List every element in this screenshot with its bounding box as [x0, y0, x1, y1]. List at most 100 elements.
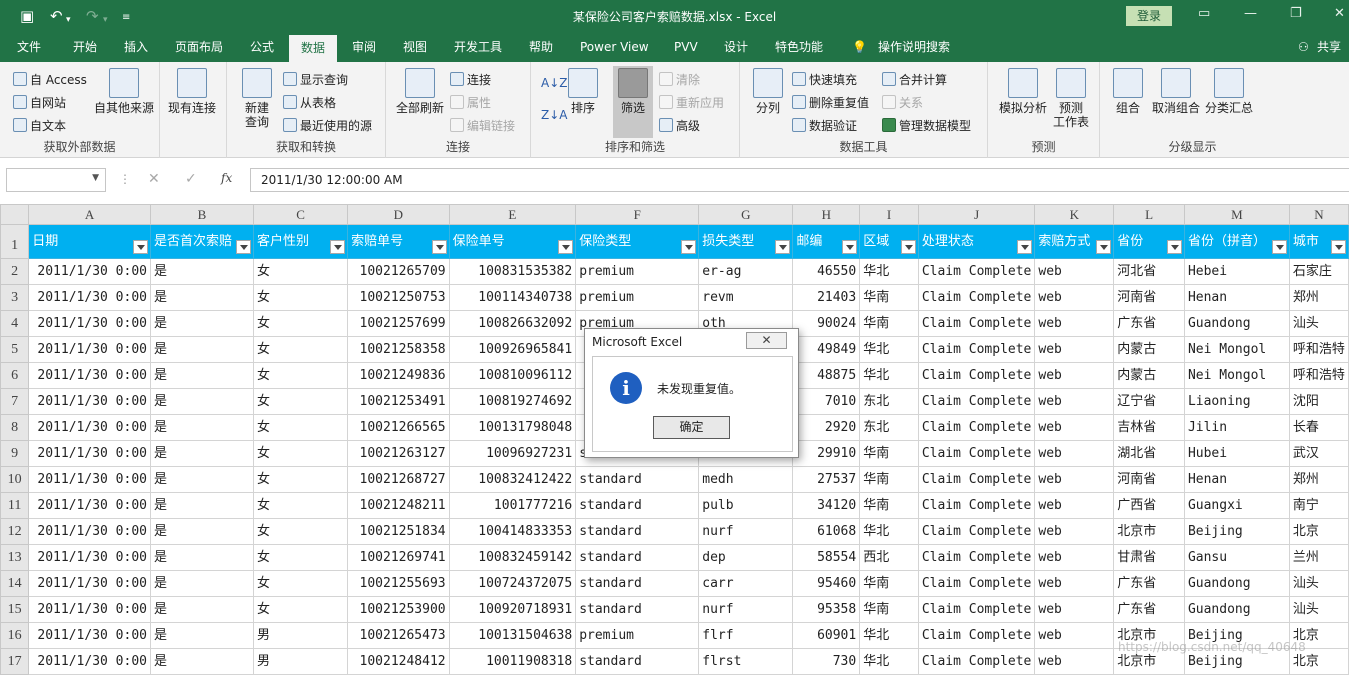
cell[interactable]: 华南	[859, 492, 919, 519]
cell[interactable]: Nei Mongol	[1183, 336, 1290, 363]
cell[interactable]: 广东省	[1113, 596, 1185, 623]
cell[interactable]: web	[1034, 336, 1115, 363]
cell[interactable]: 7010	[792, 388, 861, 415]
cell[interactable]: Claim Complete	[917, 284, 1036, 311]
cell[interactable]: 10021249836	[347, 362, 450, 389]
row-header[interactable]: 8	[0, 414, 30, 441]
chevron-down-icon[interactable]: ▼	[92, 173, 99, 183]
cell[interactable]: 广东省	[1113, 570, 1185, 597]
header-cell[interactable]: 客户性别	[252, 224, 349, 259]
cell[interactable]: 100414833353	[448, 518, 577, 545]
cell[interactable]: 2011/1/30 0:00	[28, 648, 151, 675]
cell[interactable]: Guandong	[1183, 596, 1290, 623]
cell[interactable]: 100810096112	[448, 362, 577, 389]
column-header[interactable]: B	[149, 204, 255, 225]
cell[interactable]: Beijing	[1183, 518, 1290, 545]
column-header[interactable]: F	[575, 204, 700, 225]
cell[interactable]: 南宁	[1288, 492, 1349, 519]
cell[interactable]: standard	[575, 544, 700, 571]
row-header[interactable]: 2	[0, 258, 30, 285]
cell[interactable]: 华南	[859, 284, 919, 311]
cell[interactable]: 2920	[792, 414, 861, 441]
cell[interactable]: 是	[149, 466, 255, 493]
insert-function-icon[interactable]: fx	[221, 171, 232, 185]
cell[interactable]: 是	[149, 284, 255, 311]
cell[interactable]: 100832412422	[448, 466, 577, 493]
header-cell[interactable]: 省份	[1113, 224, 1185, 259]
cell[interactable]: 29910	[792, 440, 861, 467]
cell[interactable]: 27537	[792, 466, 861, 493]
filter-dropdown-icon[interactable]	[842, 240, 858, 254]
cell[interactable]: web	[1034, 518, 1115, 545]
cell[interactable]: 男	[252, 622, 349, 649]
cell[interactable]: web	[1034, 466, 1115, 493]
cell[interactable]: 2011/1/30 0:00	[28, 570, 151, 597]
cell[interactable]: 10021266565	[347, 414, 450, 441]
filter-dropdown-icon[interactable]	[681, 240, 697, 254]
row-header[interactable]: 9	[0, 440, 30, 467]
column-header[interactable]: K	[1034, 204, 1115, 225]
cell[interactable]: 21403	[792, 284, 861, 311]
cell[interactable]: web	[1034, 544, 1115, 571]
relationships-button[interactable]: 关系	[882, 94, 923, 111]
cell[interactable]: 2011/1/30 0:00	[28, 518, 151, 545]
cell[interactable]: 女	[252, 336, 349, 363]
cell[interactable]: 武汉	[1288, 440, 1349, 467]
tab-special[interactable]: 特色功能	[775, 33, 823, 62]
row-header[interactable]: 14	[0, 570, 30, 597]
from-web-button[interactable]: 自网站	[13, 94, 66, 111]
data-validation-button[interactable]: 数据验证	[792, 117, 857, 134]
tab-design[interactable]: 设计	[724, 33, 748, 62]
cell[interactable]: premium	[575, 284, 700, 311]
cell[interactable]: Claim Complete	[917, 336, 1036, 363]
cell[interactable]: standard	[575, 466, 700, 493]
group-button[interactable]: 组合	[1112, 68, 1144, 115]
cell[interactable]: standard	[575, 596, 700, 623]
header-cell[interactable]: 保险类型	[575, 224, 700, 259]
column-header[interactable]: G	[698, 204, 794, 225]
cell[interactable]: 女	[252, 414, 349, 441]
filter-button[interactable]: 筛选	[613, 66, 653, 138]
header-cell[interactable]: 损失类型	[698, 224, 794, 259]
cell[interactable]: er-ag	[698, 258, 794, 285]
cell[interactable]: 2011/1/30 0:00	[28, 622, 151, 649]
dialog-close-button[interactable]: ✕	[746, 332, 787, 349]
cell[interactable]: 是	[149, 492, 255, 519]
cell[interactable]: web	[1034, 388, 1115, 415]
cell[interactable]: 10021250753	[347, 284, 450, 311]
cell[interactable]: 100131504638	[448, 622, 577, 649]
advanced-button[interactable]: 高级	[659, 117, 700, 134]
connections-button[interactable]: 连接	[450, 71, 491, 88]
header-cell[interactable]: 索赔方式	[1034, 224, 1115, 259]
header-cell[interactable]: 索赔单号	[347, 224, 450, 259]
row-header[interactable]: 7	[0, 388, 30, 415]
cell[interactable]: 女	[252, 440, 349, 467]
row-header[interactable]: 11	[0, 492, 30, 519]
cell[interactable]: 10021269741	[347, 544, 450, 571]
cell[interactable]: Claim Complete	[917, 440, 1036, 467]
cell[interactable]: 广东省	[1113, 310, 1185, 337]
ribbon-display-icon[interactable]: ▭	[1198, 6, 1210, 21]
other-sources-button[interactable]: 自其他来源	[93, 68, 155, 115]
cell[interactable]: 2011/1/30 0:00	[28, 284, 151, 311]
cell[interactable]: Claim Complete	[917, 388, 1036, 415]
ok-button[interactable]: 确定	[653, 416, 730, 439]
tab-power-view[interactable]: Power View	[580, 33, 649, 62]
cell[interactable]: web	[1034, 284, 1115, 311]
cell[interactable]: 10096927231	[448, 440, 577, 467]
cell[interactable]: web	[1034, 570, 1115, 597]
cell[interactable]: 10021268727	[347, 466, 450, 493]
column-header[interactable]: D	[347, 204, 450, 225]
cell[interactable]: 女	[252, 518, 349, 545]
column-header[interactable]: L	[1113, 204, 1185, 225]
from-access-button[interactable]: 自 Access	[13, 71, 87, 88]
cell[interactable]: 是	[149, 414, 255, 441]
cell[interactable]: 10021263127	[347, 440, 450, 467]
cell[interactable]: 100831535382	[448, 258, 577, 285]
cell[interactable]: 甘肃省	[1113, 544, 1185, 571]
cell[interactable]: 100920718931	[448, 596, 577, 623]
cell[interactable]: 95460	[792, 570, 861, 597]
cell[interactable]: 女	[252, 596, 349, 623]
column-header[interactable]: I	[859, 204, 919, 225]
cell[interactable]: 女	[252, 388, 349, 415]
